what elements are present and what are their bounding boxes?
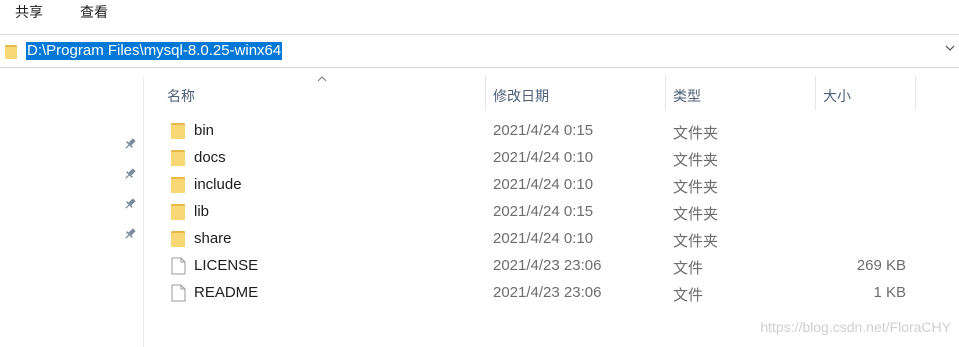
watermark: https://blog.csdn.net/FloraCHY bbox=[760, 319, 951, 335]
file-row[interactable]: docs 2021/4/24 0:10 文件夹 bbox=[163, 145, 933, 172]
folder-icon bbox=[171, 204, 185, 220]
column-modified[interactable]: 修改日期 bbox=[493, 86, 549, 106]
file-name: share bbox=[194, 230, 232, 247]
file-type: 文件夹 bbox=[673, 152, 719, 169]
pin-icon[interactable] bbox=[123, 227, 137, 241]
file-row[interactable]: README 2021/4/23 23:06 文件 1 KB bbox=[163, 280, 933, 307]
column-divider[interactable] bbox=[665, 76, 666, 110]
file-name: bin bbox=[194, 122, 215, 139]
file-row[interactable]: share 2021/4/24 0:10 文件夹 bbox=[163, 226, 933, 253]
file-type: 文件夹 bbox=[673, 206, 719, 223]
folder-icon bbox=[171, 123, 185, 139]
folder-icon bbox=[171, 231, 185, 247]
file-modified: 2021/4/24 0:15 bbox=[493, 122, 594, 139]
column-divider[interactable] bbox=[915, 76, 916, 110]
folder-icon bbox=[171, 150, 185, 166]
file-modified: 2021/4/24 0:15 bbox=[493, 203, 594, 220]
file-icon bbox=[171, 257, 186, 275]
pin-icon[interactable] bbox=[123, 167, 137, 181]
ribbon-tab-share[interactable]: 共享 bbox=[15, 2, 43, 22]
file-type: 文件 bbox=[673, 287, 704, 304]
file-size: 1 KB bbox=[873, 284, 906, 301]
nav-pane-divider bbox=[143, 76, 144, 347]
file-name: lib bbox=[194, 203, 210, 220]
column-type[interactable]: 类型 bbox=[673, 86, 701, 106]
file-type: 文件 bbox=[673, 260, 704, 277]
file-modified: 2021/4/23 23:06 bbox=[493, 257, 602, 274]
pin-icon[interactable] bbox=[123, 197, 137, 211]
file-modified: 2021/4/23 23:06 bbox=[493, 284, 602, 301]
ribbon-tab-view[interactable]: 查看 bbox=[80, 2, 108, 22]
column-name[interactable]: 名称 bbox=[167, 86, 195, 106]
file-type: 文件夹 bbox=[673, 125, 719, 142]
file-size: 269 KB bbox=[856, 257, 906, 274]
file-row[interactable]: include 2021/4/24 0:10 文件夹 bbox=[163, 172, 933, 199]
file-row[interactable]: lib 2021/4/24 0:15 文件夹 bbox=[163, 199, 933, 226]
file-type: 文件夹 bbox=[673, 179, 719, 196]
file-name: LICENSE bbox=[194, 257, 259, 274]
ribbon: 共享 查看 bbox=[0, 0, 959, 26]
file-row[interactable]: LICENSE 2021/4/23 23:06 文件 269 KB bbox=[163, 253, 933, 280]
folder-icon bbox=[171, 177, 185, 193]
column-divider[interactable] bbox=[485, 76, 486, 110]
file-row[interactable]: bin 2021/4/24 0:15 文件夹 bbox=[163, 118, 933, 145]
column-divider[interactable] bbox=[815, 76, 816, 110]
file-name: README bbox=[194, 284, 259, 301]
file-modified: 2021/4/24 0:10 bbox=[493, 149, 594, 166]
file-modified: 2021/4/24 0:10 bbox=[493, 176, 594, 193]
file-name: include bbox=[194, 176, 242, 193]
sort-ascending-icon bbox=[317, 76, 327, 82]
file-type: 文件夹 bbox=[673, 233, 719, 250]
file-modified: 2021/4/24 0:10 bbox=[493, 230, 594, 247]
address-bar[interactable]: D:\Program Files\mysql-8.0.25-winx64 bbox=[0, 34, 959, 68]
column-size[interactable]: 大小 bbox=[823, 86, 851, 106]
folder-icon bbox=[5, 45, 17, 59]
file-icon bbox=[171, 284, 186, 302]
pin-icon[interactable] bbox=[123, 137, 137, 151]
address-path[interactable]: D:\Program Files\mysql-8.0.25-winx64 bbox=[26, 42, 283, 60]
column-header: 名称 修改日期 类型 大小 bbox=[0, 76, 959, 110]
file-name: docs bbox=[194, 149, 226, 166]
chevron-down-icon[interactable] bbox=[945, 43, 955, 53]
